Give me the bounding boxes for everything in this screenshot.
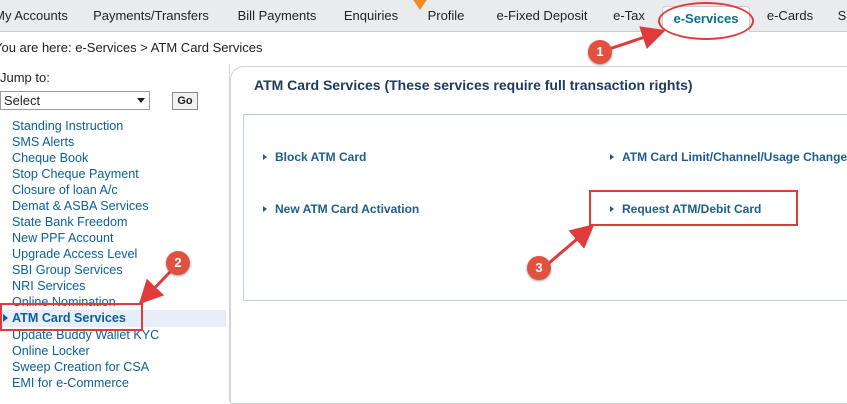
annotation-arrows xyxy=(138,26,666,305)
step-badge-1: 1 xyxy=(588,40,612,64)
step-badge-2: 2 xyxy=(166,251,190,275)
step-badge-3: 3 xyxy=(527,256,551,280)
arrow-to-atm-card-services xyxy=(138,270,172,305)
arrow-to-e-services xyxy=(605,26,666,52)
arrow-to-request-card xyxy=(548,224,595,265)
